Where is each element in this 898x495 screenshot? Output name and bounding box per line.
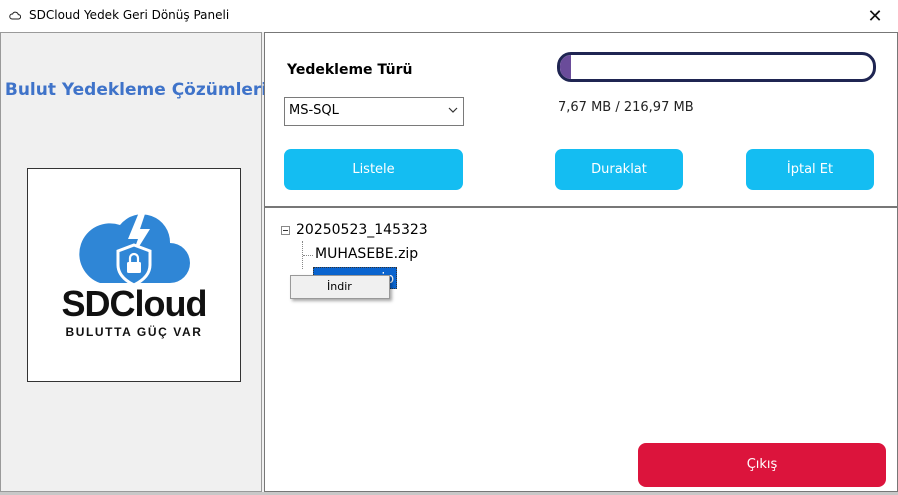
logo-name: SDCloud [61,283,208,324]
exit-button[interactable]: Çıkış [638,443,886,487]
tree-node-file[interactable]: MUHASEBE.zip [315,246,418,262]
tree-connector [303,255,313,256]
progress-fill [560,55,571,79]
tree-node-root[interactable]: 20250523_145323 [296,222,428,238]
chevron-down-icon [448,107,458,113]
close-button[interactable]: ✕ [852,0,898,32]
cancel-button[interactable]: İptal Et [746,149,874,190]
brand-title: Bulut Yedekleme Çözümleri [4,80,268,100]
cloud-app-icon [9,11,21,20]
pause-button[interactable]: Duraklat [555,149,683,190]
download-progress-bar [557,52,876,82]
context-menu: İndir [290,275,390,299]
logo-tagline: BULUTTA GÜÇ VAR [65,325,203,339]
list-button[interactable]: Listele [284,149,463,190]
backup-type-label: Yedekleme Türü [287,62,413,78]
cloud-shield-lightning-icon [79,205,190,287]
control-panel: Yedekleme Türü MS-SQL 7,67 MB / 216,97 M… [264,32,898,207]
brand-panel: Bulut Yedekleme Çözümleri SDCloud BULUTT… [0,32,267,492]
window-title: SDCloud Yedek Geri Dönüş Paneli [29,8,230,22]
size-text: 7,67 MB / 216,97 MB [558,100,694,115]
logo-box: SDCloud BULUTTA GÜÇ VAR [27,168,241,382]
backup-type-value: MS-SQL [289,103,339,118]
tree-collapse-icon[interactable] [281,226,290,235]
context-menu-download[interactable]: İndir [327,280,352,293]
close-icon: ✕ [867,5,883,27]
backup-type-select[interactable]: MS-SQL [284,97,464,126]
title-bar: SDCloud Yedek Geri Dönüş Paneli ✕ [0,0,898,32]
